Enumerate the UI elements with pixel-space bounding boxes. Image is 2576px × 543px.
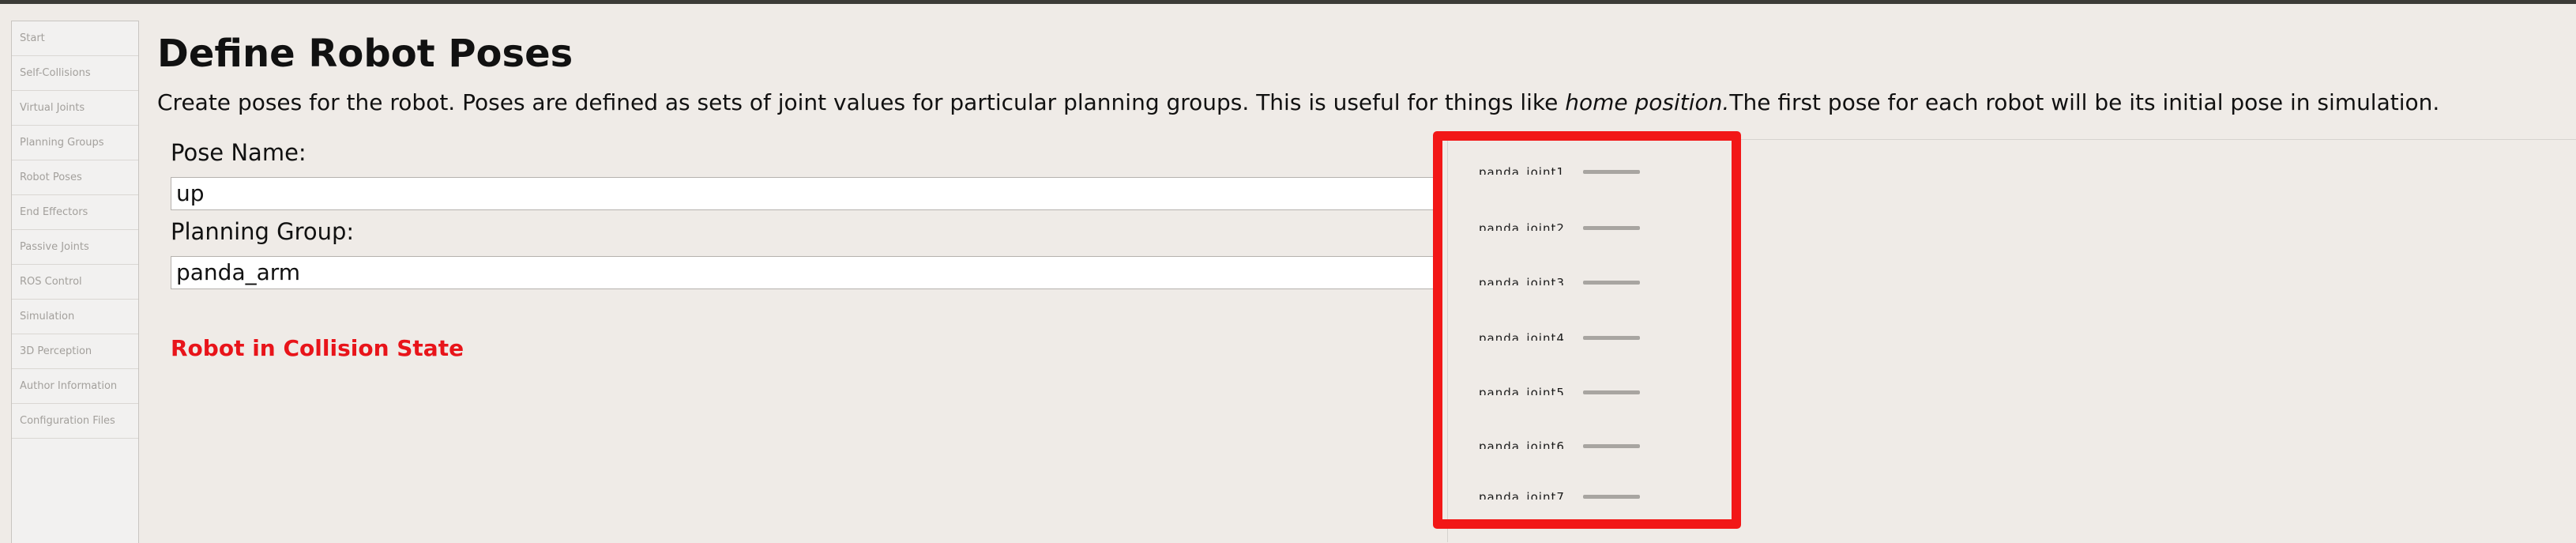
sidebar-item-end-effectors[interactable]: End Effectors xyxy=(12,195,138,230)
sidebar-item-robot-poses[interactable]: Robot Poses xyxy=(12,160,138,195)
collision-status-text: Robot in Collision State xyxy=(171,335,464,361)
setup-assistant-sidebar: Start Self-Collisions Virtual Joints Pla… xyxy=(11,21,139,543)
planning-group-label: Planning Group: xyxy=(171,218,355,245)
description-emphasis: home position. xyxy=(1565,89,1730,115)
window-top-border xyxy=(0,0,2576,4)
sidebar-item-simulation[interactable]: Simulation xyxy=(12,300,138,334)
description-text-start: Create poses for the robot. Poses are de… xyxy=(157,89,1566,115)
sidebar-item-configuration-files[interactable]: Configuration Files xyxy=(12,404,138,439)
red-highlight-box xyxy=(1433,131,1741,529)
pose-name-label: Pose Name: xyxy=(171,139,306,166)
description-text-end: The first pose for each robot will be it… xyxy=(1729,89,2440,115)
sidebar-item-passive-joints[interactable]: Passive Joints xyxy=(12,230,138,265)
planning-group-select[interactable]: panda_arm xyxy=(171,256,1435,289)
sidebar-item-author-information[interactable]: Author Information xyxy=(12,369,138,404)
sidebar-item-start[interactable]: Start xyxy=(12,21,138,56)
page-title: Define Robot Poses xyxy=(157,32,573,76)
pose-name-input[interactable]: up xyxy=(171,177,1435,210)
sidebar-item-planning-groups[interactable]: Planning Groups xyxy=(12,126,138,160)
sidebar-item-ros-control[interactable]: ROS Control xyxy=(12,265,138,300)
sidebar-item-3d-perception[interactable]: 3D Perception xyxy=(12,334,138,369)
sidebar-item-self-collisions[interactable]: Self-Collisions xyxy=(12,56,138,91)
page-description: Create poses for the robot. Poses are de… xyxy=(157,89,2439,115)
sidebar-item-virtual-joints[interactable]: Virtual Joints xyxy=(12,91,138,126)
